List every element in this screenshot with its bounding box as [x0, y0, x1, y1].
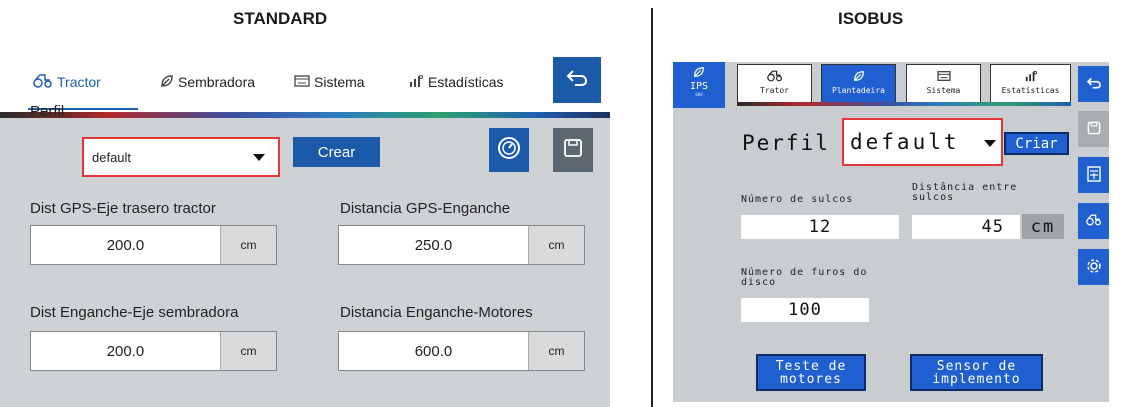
tab-sembradora[interactable]: Sembradora	[160, 74, 255, 90]
input-value: 45	[981, 217, 1004, 237]
test-motors-button[interactable]: Teste de motores	[756, 354, 866, 391]
profile-label: Perfil	[30, 103, 65, 120]
tab-sistema[interactable]: Sistema	[906, 64, 981, 103]
isobus-heading: ISOBUS	[838, 9, 904, 28]
gauge-icon	[497, 136, 521, 165]
furos-input[interactable]: 100	[741, 298, 869, 322]
back-arrow-icon	[1086, 76, 1102, 93]
button-line: implemento	[932, 371, 1021, 387]
tab-plantadeira[interactable]: Plantadeira	[821, 64, 896, 103]
tab-estatisticas[interactable]: Estatísticas	[990, 64, 1071, 103]
input-value: 600.0	[339, 332, 528, 370]
calibration-button[interactable]	[489, 128, 529, 172]
standard-tab-bar: Tractor Sembradora Sistema Estadísticas	[0, 45, 610, 112]
section-divider	[651, 8, 653, 407]
enganche-eje-input[interactable]: 200.0 cm	[30, 331, 277, 371]
implement-sensor-button[interactable]: Sensor de implemento	[910, 354, 1043, 391]
ips-label: IPS	[689, 81, 709, 92]
stats-icon	[991, 70, 1070, 86]
create-profile-button[interactable]: Criar	[1004, 132, 1069, 155]
tractor-icon	[33, 74, 53, 90]
brand-stripe	[737, 102, 1071, 106]
field-label-gps-enganche: Distancia GPS-Enganche	[340, 200, 511, 217]
settings-button[interactable]	[1078, 249, 1109, 285]
ips-sub-label: 000	[695, 92, 703, 97]
profile-select-value: default	[850, 130, 960, 154]
button-line: motores	[780, 371, 842, 387]
label-line: sulcos	[912, 192, 955, 203]
back-button[interactable]	[1078, 66, 1109, 102]
unit-label: cm	[220, 332, 276, 370]
unit-label: cm	[220, 226, 276, 264]
distancia-input[interactable]: 45	[912, 215, 1020, 239]
unit-label: cm	[528, 226, 584, 264]
tab-label: Estadísticas	[428, 74, 504, 90]
save-icon	[1087, 121, 1101, 138]
save-icon	[563, 138, 583, 163]
input-value: 12	[808, 217, 832, 237]
tractor-icon	[1085, 213, 1102, 230]
sulcos-input[interactable]: 12	[741, 215, 899, 239]
create-profile-button[interactable]: Crear	[293, 137, 380, 167]
profile-select[interactable]: default	[82, 137, 280, 177]
tab-label: Sembradora	[178, 74, 256, 90]
seed-icon	[822, 70, 895, 86]
ips-button[interactable]: IPS 000	[673, 62, 725, 108]
label-line: disco	[741, 277, 777, 288]
input-value: 250.0	[339, 226, 528, 264]
chevron-down-icon	[253, 154, 265, 161]
tab-label: Sistema	[314, 74, 365, 90]
field-label-enganche-eje: Dist Enganche-Eje sembradora	[30, 304, 239, 321]
tab-sistema[interactable]: Sistema	[294, 74, 365, 90]
field-label-sulcos: Número de sulcos	[741, 194, 854, 205]
standard-heading: STANDARD	[233, 9, 328, 28]
tab-label: Tractor	[57, 74, 101, 90]
profile-select-value: default	[92, 149, 132, 165]
calculator-icon	[1086, 165, 1101, 185]
tab-label: Estatísticas	[1001, 86, 1060, 95]
tab-trator[interactable]: Trator	[737, 64, 812, 103]
tab-label: Sistema	[926, 86, 961, 95]
seed-icon	[160, 74, 174, 90]
save-button[interactable]	[1078, 111, 1109, 147]
field-label-furos: Número de furos do disco	[741, 268, 867, 288]
unit-label: cm	[1022, 214, 1064, 239]
tab-label: Trator	[760, 86, 789, 95]
back-arrow-icon	[565, 68, 589, 93]
field-label-enganche-motores: Distancia Enganche-Motores	[340, 304, 533, 321]
tractor-settings-button[interactable]	[1078, 203, 1109, 239]
input-value: 200.0	[31, 226, 220, 264]
enganche-motores-input[interactable]: 600.0 cm	[338, 331, 585, 371]
seed-icon	[673, 66, 725, 81]
profile-label: Perfil	[742, 131, 830, 155]
tab-tractor[interactable]: Tractor	[33, 74, 101, 90]
back-button[interactable]	[553, 57, 601, 103]
save-button[interactable]	[553, 128, 593, 172]
tractor-icon	[738, 70, 811, 86]
field-label-gps-eje: Dist GPS-Eje trasero tractor	[30, 200, 216, 217]
stats-icon	[408, 74, 424, 90]
display-icon	[294, 74, 310, 90]
gps-eje-input[interactable]: 200.0 cm	[30, 225, 277, 265]
input-value: 100	[788, 300, 822, 320]
gear-icon	[1086, 258, 1102, 277]
tab-label: Plantadeira	[832, 86, 885, 95]
gps-enganche-input[interactable]: 250.0 cm	[338, 225, 585, 265]
display-icon	[907, 70, 980, 86]
calculator-button[interactable]	[1078, 157, 1109, 193]
unit-label: cm	[528, 332, 584, 370]
chevron-down-icon	[984, 140, 996, 147]
tab-estadisticas[interactable]: Estadísticas	[408, 74, 503, 90]
input-value: 200.0	[31, 332, 220, 370]
field-label-distancia: Distância entre sulcos	[912, 183, 1017, 203]
brand-stripe	[0, 112, 610, 118]
